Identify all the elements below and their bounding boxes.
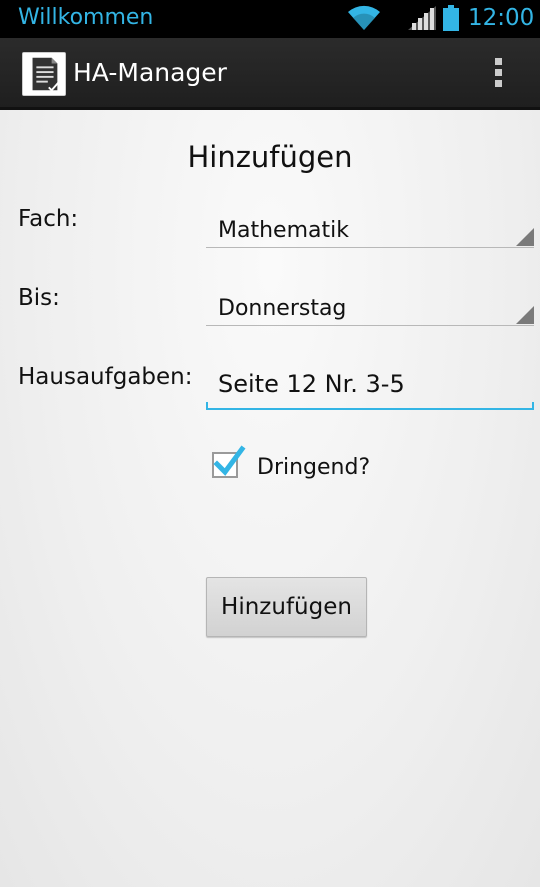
form-content: Hinzufügen Fach: Mathematik Bis: Donners… <box>0 110 540 887</box>
spinner-arrow-icon <box>516 228 534 246</box>
overflow-menu-icon[interactable] <box>488 58 508 90</box>
document-check-icon[interactable] <box>22 52 66 96</box>
spinner-arrow-icon <box>516 306 534 324</box>
homework-label: Hausaufgaben: <box>18 364 193 390</box>
due-day-spinner[interactable]: Donnerstag <box>206 292 534 326</box>
notification-text: Willkommen <box>18 5 154 30</box>
subject-label: Fach: <box>18 206 79 232</box>
app-title: HA-Manager <box>73 58 227 87</box>
due-label: Bis: <box>18 285 60 311</box>
homework-field[interactable] <box>206 362 534 410</box>
action-bar: HA-Manager <box>0 38 540 110</box>
page-title: Hinzufügen <box>187 140 353 174</box>
battery-icon <box>443 5 459 31</box>
status-bar: Willkommen 12:00 <box>0 0 540 38</box>
due-day-value: Donnerstag <box>218 296 347 321</box>
homework-input[interactable] <box>218 370 518 398</box>
urgent-checkbox[interactable] <box>212 445 246 478</box>
subject-value: Mathematik <box>218 218 349 243</box>
signal-icon <box>408 6 436 30</box>
status-clock: 12:00 <box>468 5 535 31</box>
subject-spinner[interactable]: Mathematik <box>206 214 534 248</box>
wifi-icon <box>348 5 380 31</box>
checkmark-icon <box>213 445 246 476</box>
add-button[interactable]: Hinzufügen <box>206 577 367 637</box>
urgent-label: Dringend? <box>257 455 371 480</box>
